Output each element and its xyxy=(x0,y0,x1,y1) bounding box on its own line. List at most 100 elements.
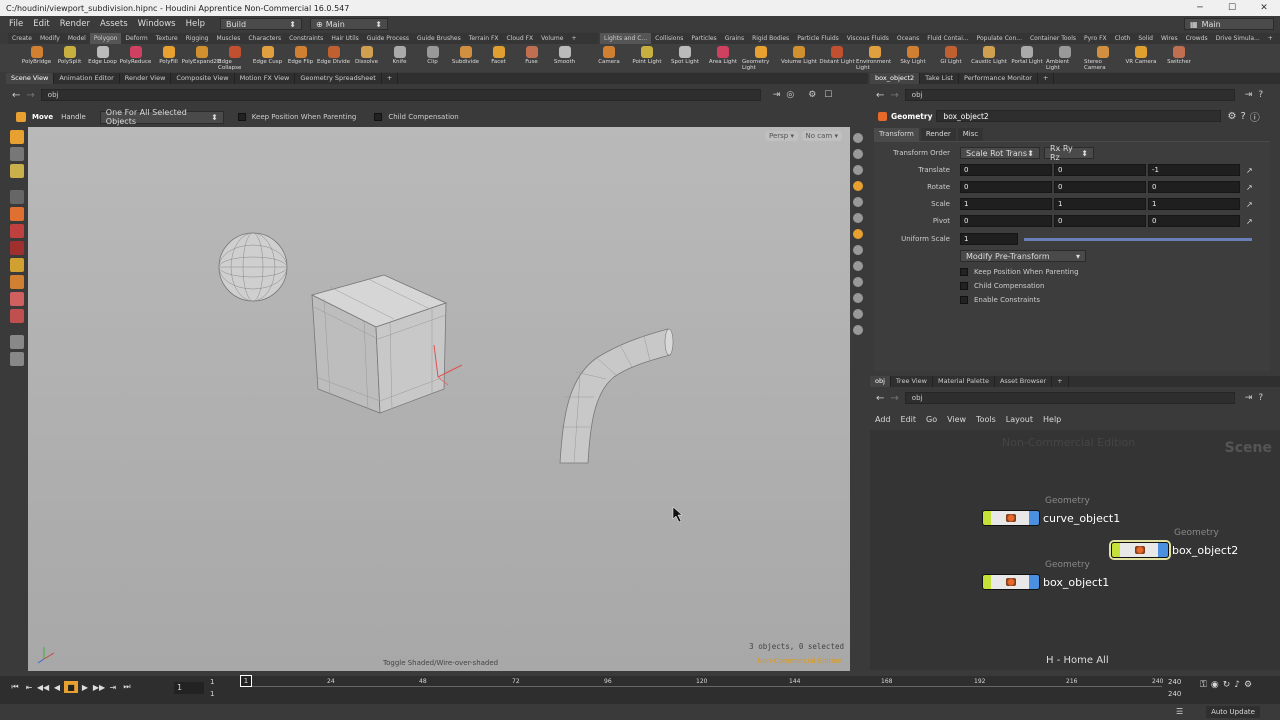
select-tool-icon[interactable] xyxy=(10,130,24,144)
tab-material-palette[interactable]: Material Palette xyxy=(933,376,995,387)
settings-icon[interactable]: ⚙ xyxy=(1244,680,1252,690)
child-compensation-checkbox[interactable]: Child Compensation xyxy=(960,282,1044,290)
maximize-button[interactable]: ☐ xyxy=(1216,0,1248,16)
shelf-tab-cloth[interactable]: Cloth xyxy=(1111,33,1135,44)
tab-transform[interactable]: Transform xyxy=(874,128,919,141)
view-tool-icon[interactable] xyxy=(10,147,24,161)
pin-icon[interactable]: ⇥ xyxy=(1245,90,1253,100)
info-icon[interactable]: ⓘ xyxy=(1250,109,1260,124)
network-menu-layout[interactable]: Layout xyxy=(1001,415,1038,424)
shelf-tool-area-light[interactable]: Area Light xyxy=(704,44,742,72)
shelf-tab-guide-process[interactable]: Guide Process xyxy=(363,33,413,44)
play-icon[interactable]: ▶ xyxy=(78,681,92,693)
shelf-tab-grains[interactable]: Grains xyxy=(721,33,748,44)
menu-render[interactable]: Render xyxy=(55,19,95,29)
scale-z-field[interactable]: 1 xyxy=(1148,198,1240,210)
shelf-tab-pyro-fx[interactable]: Pyro FX xyxy=(1080,33,1111,44)
shelf-tab-characters[interactable]: Characters xyxy=(244,33,285,44)
translate-y-field[interactable]: 0 xyxy=(1054,164,1146,176)
shelf-tool-edge-flip[interactable]: Edge Flip xyxy=(284,44,317,72)
tab-animation-editor[interactable]: Animation Editor xyxy=(54,73,120,84)
shelf-tool-spot-light[interactable]: Spot Light xyxy=(666,44,704,72)
snap-tool-icon[interactable] xyxy=(10,275,24,289)
channel-icon[interactable]: ↗ xyxy=(1246,166,1253,175)
shelf-tab-deform[interactable]: Deform xyxy=(121,33,151,44)
node-name[interactable]: box_object2 xyxy=(1172,544,1238,557)
node-body[interactable] xyxy=(982,574,1040,590)
scene-viewport[interactable]: Persp ▾ No cam ▾ Toggle Shaded/Wire-over… xyxy=(28,127,850,671)
node-box-object1[interactable]: Geometry box_object1 xyxy=(982,560,1109,590)
light-icon[interactable] xyxy=(853,181,863,191)
move-tool-icon[interactable] xyxy=(10,207,24,221)
lock-icon[interactable] xyxy=(853,149,863,159)
pivot-y-field[interactable]: 0 xyxy=(1054,215,1146,227)
desktop-dropdown[interactable]: Build ⬍ xyxy=(219,18,302,30)
add-tab-icon[interactable]: + xyxy=(1038,73,1055,84)
shelf-tab-terrain-fx[interactable]: Terrain FX xyxy=(465,33,503,44)
shelf-tool-polyexpand2d[interactable]: PolyExpand2D xyxy=(182,44,221,72)
add-tab-icon[interactable]: + xyxy=(567,33,580,44)
arrow-tool-icon[interactable] xyxy=(10,190,24,204)
shelf-tool-ambient-light[interactable]: Ambient Light xyxy=(1046,44,1084,72)
shelf-tool-edge-loop[interactable]: Edge Loop xyxy=(86,44,119,72)
shelf-tool-sky-light[interactable]: Sky Light xyxy=(894,44,932,72)
channel-icon[interactable]: ↗ xyxy=(1246,183,1253,192)
scale-tool-icon[interactable] xyxy=(10,241,24,255)
add-tab-icon[interactable]: + xyxy=(1052,376,1069,387)
link-icon[interactable]: ◎ xyxy=(786,90,794,100)
shelf-tool-polyreduce[interactable]: PolyReduce xyxy=(119,44,152,72)
record-icon[interactable] xyxy=(10,352,24,366)
network-menu-edit[interactable]: Edit xyxy=(896,415,922,424)
shelf-tab-create[interactable]: Create xyxy=(8,33,36,44)
loop-icon[interactable]: ↻ xyxy=(1223,680,1231,690)
network-menu-view[interactable]: View xyxy=(942,415,971,424)
box-object[interactable] xyxy=(310,274,448,414)
cache-icon[interactable]: ☰ xyxy=(1176,707,1183,716)
channel-icon[interactable]: ↗ xyxy=(1246,200,1253,209)
prev-key-icon[interactable]: ⇤ xyxy=(22,681,36,693)
shelf-tab-populate-con[interactable]: Populate Con... xyxy=(973,33,1026,44)
grid-icon[interactable] xyxy=(853,309,863,319)
current-frame-field[interactable]: 1 xyxy=(174,682,204,694)
safe-area-icon[interactable] xyxy=(853,293,863,303)
keep-position-toggle[interactable]: Keep Position When Parenting xyxy=(237,113,356,121)
jump-start-icon[interactable]: ⏮ xyxy=(8,681,22,693)
node-curve-object1[interactable]: Geometry curve_object1 xyxy=(982,496,1120,526)
param-path-field[interactable]: obj xyxy=(904,89,1235,101)
jump-end-icon[interactable]: ⏭ xyxy=(120,681,134,693)
shelf-tool-knife[interactable]: Knife xyxy=(383,44,416,72)
handle-tool-icon[interactable] xyxy=(10,258,24,272)
network-menu-tools[interactable]: Tools xyxy=(971,415,1001,424)
transform-order-dropdown[interactable]: Scale Rot Trans ⬍ xyxy=(960,147,1040,159)
end-frame[interactable]: 240 xyxy=(1168,678,1181,686)
snapshot-icon[interactable] xyxy=(853,197,863,207)
start-frame-2[interactable]: 1 xyxy=(210,690,214,698)
step-back-icon[interactable]: ◀◀ xyxy=(36,681,50,693)
shelf-tab-crowds[interactable]: Crowds xyxy=(1182,33,1212,44)
sphere-object[interactable] xyxy=(218,232,288,302)
shelf-tab-container-tools[interactable]: Container Tools xyxy=(1026,33,1080,44)
display-icon[interactable] xyxy=(853,133,863,143)
scale-x-field[interactable]: 1 xyxy=(960,198,1052,210)
shelf-tool-dissolve[interactable]: Dissolve xyxy=(350,44,383,72)
next-key-icon[interactable]: ⇥ xyxy=(106,681,120,693)
rotate-y-field[interactable]: 0 xyxy=(1054,181,1146,193)
shelf-tab-rigid-bodies[interactable]: Rigid Bodies xyxy=(748,33,793,44)
network-path-field[interactable]: obj xyxy=(904,392,1235,404)
normals-icon[interactable] xyxy=(853,245,863,255)
shelf-tool-distant-light[interactable]: Distant Light xyxy=(818,44,856,72)
curve-object[interactable] xyxy=(559,328,674,464)
template-icon[interactable] xyxy=(853,229,863,239)
shelf-tool-point-light[interactable]: Point Light xyxy=(628,44,666,72)
move-tool-icon[interactable] xyxy=(16,112,26,122)
menu-assets[interactable]: Assets xyxy=(95,19,133,29)
channel-icon[interactable]: ↗ xyxy=(1246,217,1253,226)
help-icon[interactable]: ? xyxy=(1240,111,1245,122)
node-body-selected[interactable] xyxy=(1111,542,1169,558)
tab-scene-view[interactable]: Scene View xyxy=(6,73,55,84)
forward-arrow-icon[interactable]: → xyxy=(890,393,898,404)
shelf-tool-edge-collapse[interactable]: Edge Collapse xyxy=(218,44,251,72)
back-arrow-icon[interactable]: ← xyxy=(876,393,884,404)
keep-position-checkbox[interactable]: Keep Position When Parenting xyxy=(960,268,1079,276)
tab-geometry-spreadsheet[interactable]: Geometry Spreadsheet xyxy=(295,73,382,84)
